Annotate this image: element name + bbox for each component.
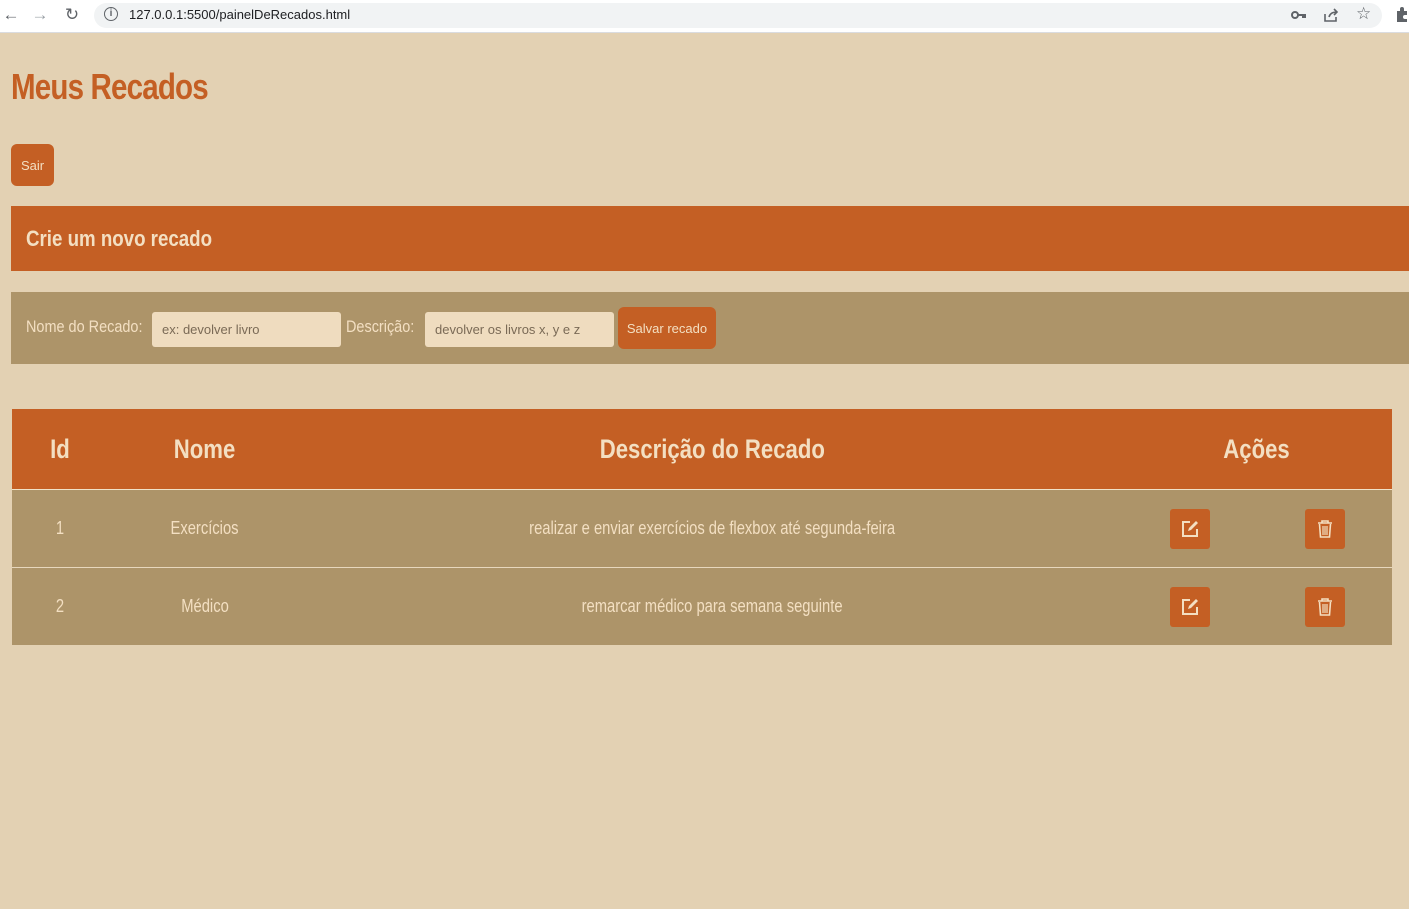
edit-button[interactable] — [1169, 508, 1210, 549]
trash-icon — [1317, 519, 1332, 538]
share-icon[interactable] — [1323, 8, 1339, 23]
site-info-icon[interactable]: i — [104, 7, 118, 21]
column-header-actions: Ações — [1122, 409, 1392, 490]
edit-button[interactable] — [1169, 586, 1210, 627]
key-icon[interactable] — [1291, 9, 1307, 21]
column-header-description: Descrição do Recado — [302, 409, 1122, 490]
save-note-button[interactable]: Salvar recado — [618, 307, 716, 349]
url-text: 127.0.0.1:5500/painelDeRecados.html — [129, 7, 351, 22]
cell-edit — [1122, 567, 1257, 645]
cell-delete — [1257, 489, 1392, 568]
delete-button[interactable] — [1304, 586, 1345, 627]
cell-id: 1 — [12, 489, 108, 568]
column-header-id: Id — [12, 409, 108, 490]
table-header-row: Id Nome Descrição do Recado Ações — [12, 409, 1392, 490]
edit-icon — [1181, 598, 1198, 615]
cell-delete — [1257, 567, 1392, 645]
notes-table: Id Nome Descrição do Recado Ações 1 Exer… — [12, 409, 1392, 645]
note-description-label: Descrição: — [346, 317, 415, 336]
note-description-input[interactable] — [425, 312, 614, 347]
create-note-form: Nome do Recado: Descrição: Salvar recado — [11, 292, 1409, 364]
note-name-input[interactable] — [152, 312, 341, 347]
star-icon[interactable]: ☆ — [1356, 4, 1371, 24]
back-arrow-icon[interactable]: ← — [0, 4, 22, 26]
table-row: 1 Exercícios realizar e enviar exercício… — [12, 489, 1392, 568]
logout-button[interactable]: Sair — [11, 144, 54, 186]
extensions-puzzle-icon[interactable] — [1394, 7, 1409, 23]
cell-name: Médico — [108, 567, 302, 645]
create-note-heading: Crie um novo recado — [26, 226, 213, 251]
create-note-header: Crie um novo recado — [11, 206, 1409, 271]
note-name-label: Nome do Recado: — [26, 317, 143, 336]
page-title: Meus Recados — [11, 66, 209, 107]
cell-name: Exercícios — [108, 489, 302, 568]
address-bar[interactable]: i 127.0.0.1:5500/painelDeRecados.html ☆ — [94, 3, 1382, 28]
forward-arrow-icon[interactable]: → — [29, 4, 51, 26]
reload-icon[interactable]: ↻ — [61, 4, 83, 26]
table-row: 2 Médico remarcar médico para semana seg… — [12, 567, 1392, 645]
cell-description: remarcar médico para semana seguinte — [302, 567, 1122, 645]
cell-id: 2 — [12, 567, 108, 645]
cell-edit — [1122, 489, 1257, 568]
cell-description: realizar e enviar exercícios de flexbox … — [302, 489, 1122, 568]
delete-button[interactable] — [1304, 508, 1345, 549]
column-header-name: Nome — [108, 409, 302, 490]
trash-icon — [1317, 597, 1332, 616]
edit-icon — [1181, 520, 1198, 537]
browser-toolbar: ← → ↻ i 127.0.0.1:5500/painelDeRecados.h… — [0, 0, 1409, 33]
